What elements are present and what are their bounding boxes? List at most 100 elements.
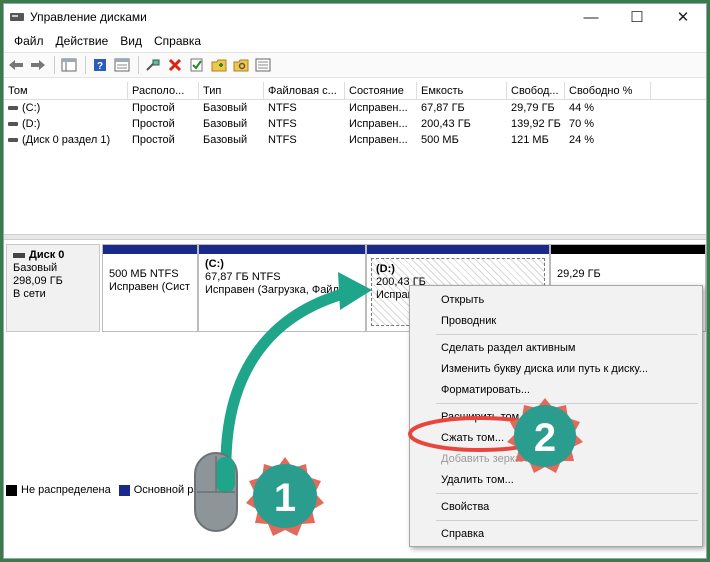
free-percent-cell: 24 % <box>569 134 595 146</box>
partition-size: 29,29 ГБ <box>557 268 601 280</box>
menu-item-delete-volume[interactable]: Удалить том... <box>441 474 514 486</box>
column-header-free-space[interactable]: Свобод... <box>507 82 565 99</box>
menu-item-open[interactable]: Открыть <box>441 294 484 306</box>
filesystem-cell: NTFS <box>268 134 297 146</box>
filesystem-cell: NTFS <box>268 118 297 130</box>
menu-separator <box>436 493 698 494</box>
volume-name-cell: (D:) <box>4 116 128 132</box>
legend-item: Основной разд <box>118 484 211 496</box>
forward-arrow-icon[interactable] <box>28 55 48 75</box>
partition-stripe <box>199 245 365 254</box>
disk-management-window: Управление дисками — ☐ ✕ Файл Действие В… <box>3 3 707 559</box>
partition-system-reserved[interactable]: 500 МБ NTFS Исправен (Сист <box>102 244 198 332</box>
menu-separator <box>436 334 698 335</box>
minimize-button[interactable]: — <box>568 4 614 30</box>
volume-name: (D:) <box>22 118 41 130</box>
legend-label: Не распределена <box>21 484 111 496</box>
capacity-cell: 500 МБ <box>421 134 459 146</box>
partition-size: 500 МБ NTFS <box>109 268 179 280</box>
free-percent-cell: 70 % <box>569 118 595 130</box>
disk-size: 298,09 ГБ <box>13 275 63 287</box>
menu-bar: Файл Действие Вид Справка <box>4 30 207 52</box>
legend: Не распределена Основной разд <box>6 484 219 496</box>
legend-swatch-primary <box>118 484 130 496</box>
partition-c[interactable]: (C:) 67,87 ГБ NTFS Исправен (Загрузка, Ф… <box>198 244 366 332</box>
free-space-cell: 139,92 ГБ <box>511 118 561 130</box>
menu-file[interactable]: Файл <box>8 34 50 48</box>
partition-stripe <box>551 245 705 254</box>
toolbar: ? <box>4 52 706 78</box>
column-header-status[interactable]: Состояние <box>345 82 417 99</box>
search-folder-icon[interactable] <box>231 55 251 75</box>
column-header-filesystem[interactable]: Файловая с... <box>264 82 345 99</box>
menu-action[interactable]: Действие <box>50 34 115 48</box>
disk-status: В сети <box>13 288 46 300</box>
table-row[interactable]: (C:) Простой Базовый NTFS Исправен... 67… <box>4 100 706 116</box>
window-title: Управление дисками <box>30 10 147 24</box>
menu-view[interactable]: Вид <box>114 34 148 48</box>
partition-status: Исправен (Загрузка, Файл <box>205 284 339 296</box>
menu-item-extend-volume[interactable]: Расширить том... <box>441 411 528 423</box>
menu-item-add-mirror: Добавить зеркало... <box>441 453 543 465</box>
layout-cell: Простой <box>132 118 175 130</box>
volume-name-cell: (Диск 0 раздел 1) <box>4 132 128 148</box>
svg-text:?: ? <box>97 61 103 72</box>
window-controls: — ☐ ✕ <box>568 4 706 30</box>
menu-item-change-drive-letter[interactable]: Изменить букву диска или путь к диску... <box>441 363 648 375</box>
volume-name-cell: (C:) <box>4 100 128 116</box>
check-icon[interactable] <box>187 55 207 75</box>
layout-cell: Простой <box>132 134 175 146</box>
capacity-cell: 67,87 ГБ <box>421 102 465 114</box>
table-row[interactable]: (Диск 0 раздел 1) Простой Базовый NTFS И… <box>4 132 706 148</box>
status-cell: Исправен... <box>349 102 408 114</box>
type-cell: Базовый <box>203 134 248 146</box>
column-header-type[interactable]: Тип <box>199 82 264 99</box>
menu-item-properties[interactable]: Свойства <box>441 501 489 513</box>
help-icon[interactable]: ? <box>90 55 110 75</box>
disk-info-panel[interactable]: Диск 0 Базовый 298,09 ГБ В сети <box>6 244 100 332</box>
connect-icon[interactable] <box>143 55 163 75</box>
menu-item-explorer[interactable]: Проводник <box>441 315 496 327</box>
disk-management-icon <box>10 11 24 23</box>
back-arrow-icon[interactable] <box>6 55 26 75</box>
legend-label: Основной разд <box>133 484 211 496</box>
toolbar-separator <box>54 56 55 74</box>
menu-separator <box>436 520 698 521</box>
partition-size: 67,87 ГБ NTFS <box>205 271 281 283</box>
maximize-button[interactable]: ☐ <box>614 4 660 30</box>
column-header-free-percent[interactable]: Свободно % <box>565 82 651 99</box>
volume-name: (Диск 0 раздел 1) <box>22 134 111 146</box>
column-header-volume[interactable]: Том <box>4 82 128 99</box>
properties-icon[interactable] <box>112 55 132 75</box>
disk-type: Базовый <box>13 262 58 274</box>
menu-item-mark-active[interactable]: Сделать раздел активным <box>441 342 575 354</box>
menu-item-help[interactable]: Справка <box>441 528 484 540</box>
new-folder-icon[interactable] <box>209 55 229 75</box>
partition-body: 29,29 ГБ <box>551 254 705 281</box>
menu-item-format[interactable]: Форматировать... <box>441 384 530 396</box>
type-cell: Базовый <box>203 118 248 130</box>
close-button[interactable]: ✕ <box>660 4 706 30</box>
console-tree-icon[interactable] <box>59 55 79 75</box>
partition-label: (D:) <box>376 263 395 275</box>
column-header-capacity[interactable]: Емкость <box>417 82 507 99</box>
status-cell: Исправен... <box>349 134 408 146</box>
title-bar: Управление дисками — ☐ ✕ <box>4 4 706 30</box>
list-view-icon[interactable] <box>253 55 273 75</box>
table-row[interactable]: (D:) Простой Базовый NTFS Исправен... 20… <box>4 116 706 132</box>
partition-stripe <box>103 245 197 254</box>
drive-icon <box>8 122 18 126</box>
volume-list: Том Располо... Тип Файловая с... Состоян… <box>4 82 706 148</box>
column-header-layout[interactable]: Располо... <box>128 82 199 99</box>
partition-stripe <box>367 245 549 254</box>
disk-title: Диск 0 <box>13 249 93 262</box>
type-cell: Базовый <box>203 102 248 114</box>
legend-swatch-unallocated <box>6 484 17 496</box>
partition-body: 500 МБ NTFS Исправен (Сист <box>103 254 197 294</box>
menu-item-shrink-volume[interactable]: Сжать том... <box>441 432 504 444</box>
menu-help[interactable]: Справка <box>148 34 207 48</box>
delete-icon[interactable] <box>165 55 185 75</box>
partition-status: Исправен (Сист <box>109 281 190 293</box>
context-menu: Открыть Проводник Сделать раздел активны… <box>409 285 703 547</box>
layout-cell: Простой <box>132 102 175 114</box>
